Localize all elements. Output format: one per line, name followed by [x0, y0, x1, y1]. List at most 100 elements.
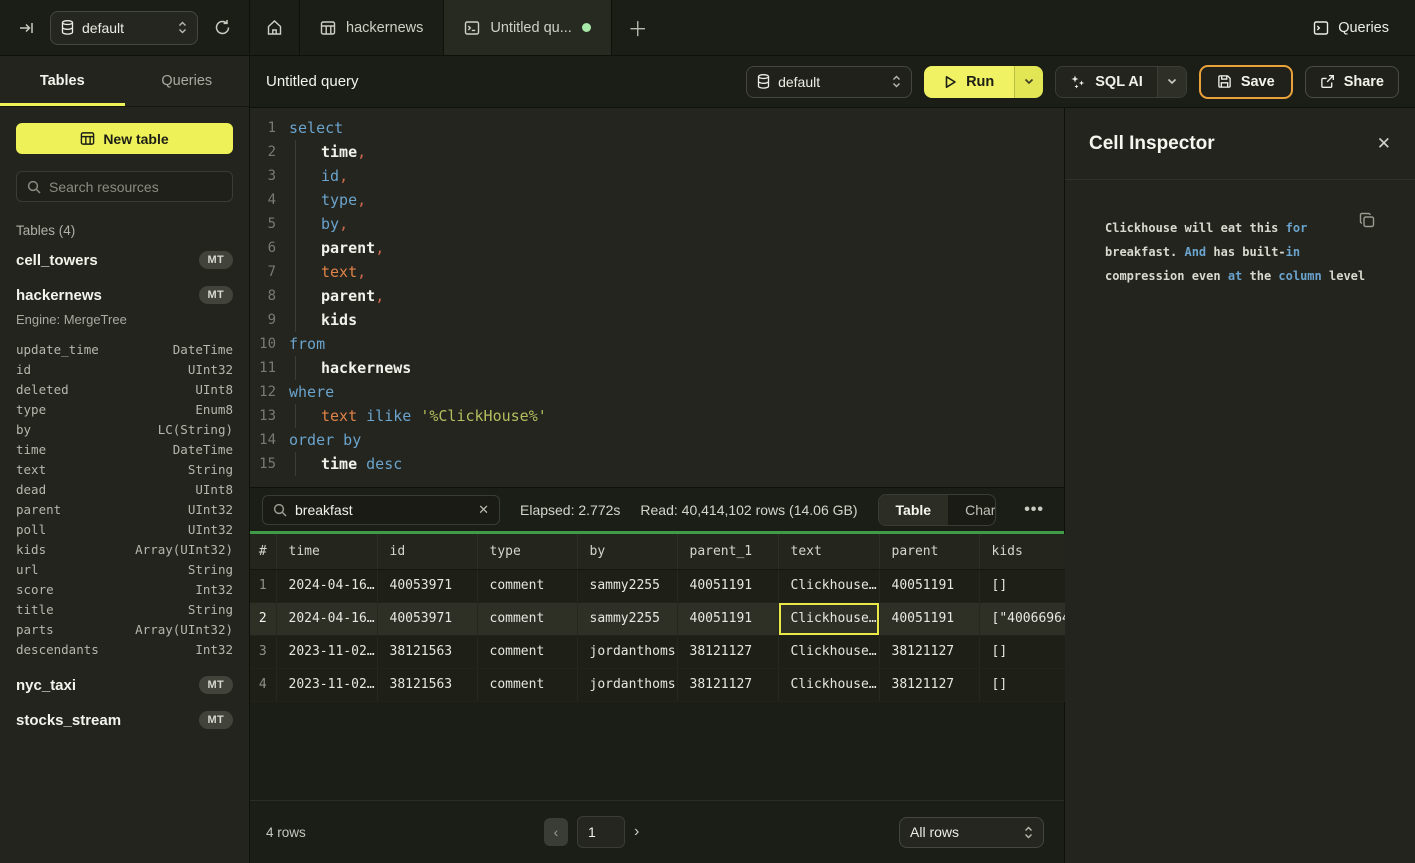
line-code[interactable]: text,: [289, 260, 1064, 284]
line-code[interactable]: type,: [289, 188, 1064, 212]
table-cell[interactable]: Clickhouse…: [778, 635, 879, 668]
line-code[interactable]: hackernews: [289, 356, 1064, 380]
sql-editor[interactable]: 1select2time,3id,4type,5by,6parent,7text…: [250, 108, 1064, 488]
sql-ai-options-button[interactable]: [1157, 67, 1186, 97]
page-number-input[interactable]: [577, 816, 625, 848]
sidebar-search[interactable]: [16, 171, 233, 202]
next-page-button[interactable]: ›: [634, 823, 639, 841]
column-header[interactable]: parent: [879, 534, 979, 569]
table-cell[interactable]: 40053971: [377, 602, 477, 635]
editor-line[interactable]: 1select: [250, 116, 1064, 140]
sidebar-table-item[interactable]: cell_towersMT: [0, 242, 249, 277]
tab-untitled-query[interactable]: Untitled qu...: [444, 0, 611, 55]
line-code[interactable]: where: [289, 380, 1064, 404]
row-number-cell[interactable]: 4: [250, 668, 276, 701]
table-cell[interactable]: jordanthoms: [577, 668, 677, 701]
table-cell[interactable]: []: [979, 668, 1065, 701]
editor-line[interactable]: 9kids: [250, 308, 1064, 332]
close-inspector-button[interactable]: ✕: [1377, 134, 1391, 154]
collapse-sidebar-button[interactable]: [14, 16, 38, 40]
query-database-selector[interactable]: default: [746, 66, 912, 98]
editor-line[interactable]: 10from: [250, 332, 1064, 356]
editor-line[interactable]: 11hackernews: [250, 356, 1064, 380]
editor-line[interactable]: 8parent,: [250, 284, 1064, 308]
column-header[interactable]: id: [377, 534, 477, 569]
table-cell[interactable]: ["40066964…: [979, 602, 1065, 635]
table-cell[interactable]: 40051191: [879, 569, 979, 602]
editor-line[interactable]: 15time desc: [250, 452, 1064, 476]
editor-line[interactable]: 13text ilike '%ClickHouse%': [250, 404, 1064, 428]
editor-line[interactable]: 6parent,: [250, 236, 1064, 260]
results-search-input[interactable]: [295, 502, 470, 518]
save-button[interactable]: Save: [1199, 65, 1293, 99]
line-code[interactable]: by,: [289, 212, 1064, 236]
table-cell[interactable]: 2024-04-16…: [276, 569, 377, 602]
line-code[interactable]: time desc: [289, 452, 1064, 476]
row-number-cell[interactable]: 3: [250, 635, 276, 668]
column-header[interactable]: by: [577, 534, 677, 569]
table-cell[interactable]: 38121127: [879, 635, 979, 668]
table-cell[interactable]: 38121563: [377, 635, 477, 668]
row-number-cell[interactable]: 1: [250, 569, 276, 602]
column-header[interactable]: text: [778, 534, 879, 569]
tab-home[interactable]: [250, 0, 300, 55]
table-cell[interactable]: 2023-11-02…: [276, 668, 377, 701]
table-cell[interactable]: 40051191: [677, 602, 778, 635]
table-cell[interactable]: jordanthoms: [577, 635, 677, 668]
copy-cell-button[interactable]: [1359, 212, 1375, 228]
clear-search-icon[interactable]: ✕: [478, 502, 489, 518]
table-cell[interactable]: 38121127: [677, 668, 778, 701]
table-cell[interactable]: sammy2255: [577, 602, 677, 635]
table-cell[interactable]: []: [979, 569, 1065, 602]
table-cell[interactable]: Clickhouse…: [778, 602, 879, 635]
share-button[interactable]: Share: [1305, 66, 1399, 98]
table-cell[interactable]: 38121127: [879, 668, 979, 701]
sidebar-table-item[interactable]: hackernewsMT: [0, 277, 249, 312]
editor-line[interactable]: 14order by: [250, 428, 1064, 452]
line-code[interactable]: parent,: [289, 284, 1064, 308]
editor-line[interactable]: 5by,: [250, 212, 1064, 236]
sidebar-table-item[interactable]: stocks_streamMT: [0, 702, 249, 737]
table-cell[interactable]: comment: [477, 635, 577, 668]
editor-line[interactable]: 3id,: [250, 164, 1064, 188]
column-header[interactable]: type: [477, 534, 577, 569]
table-cell[interactable]: 38121127: [677, 635, 778, 668]
editor-line[interactable]: 4type,: [250, 188, 1064, 212]
sidebar-table-item[interactable]: nyc_taxiMT: [0, 667, 249, 702]
table-cell[interactable]: 40051191: [677, 569, 778, 602]
line-code[interactable]: text ilike '%ClickHouse%': [289, 404, 1064, 428]
refresh-button[interactable]: [210, 15, 235, 40]
row-number-cell[interactable]: 2: [250, 602, 276, 635]
table-cell[interactable]: Clickhouse…: [778, 668, 879, 701]
view-tab-table[interactable]: Table: [879, 495, 949, 525]
line-code[interactable]: select: [289, 116, 1064, 140]
page-size-selector[interactable]: All rows: [899, 817, 1044, 848]
new-table-button[interactable]: New table: [16, 123, 233, 154]
column-header[interactable]: parent_1: [677, 534, 778, 569]
tab-hackernews[interactable]: hackernews: [300, 0, 444, 55]
table-cell[interactable]: comment: [477, 602, 577, 635]
column-header[interactable]: #: [250, 534, 276, 569]
editor-line[interactable]: 7text,: [250, 260, 1064, 284]
table-cell[interactable]: 2024-04-16…: [276, 602, 377, 635]
line-code[interactable]: kids: [289, 308, 1064, 332]
sidebar-tab-tables[interactable]: Tables: [0, 56, 125, 106]
table-cell[interactable]: 40053971: [377, 569, 477, 602]
table-cell[interactable]: comment: [477, 569, 577, 602]
line-code[interactable]: parent,: [289, 236, 1064, 260]
editor-line[interactable]: 2time,: [250, 140, 1064, 164]
column-header[interactable]: time: [276, 534, 377, 569]
table-cell[interactable]: 2023-11-02…: [276, 635, 377, 668]
table-cell[interactable]: comment: [477, 668, 577, 701]
line-code[interactable]: from: [289, 332, 1064, 356]
column-header[interactable]: kids: [979, 534, 1065, 569]
queries-button[interactable]: Queries: [1287, 0, 1415, 55]
run-button[interactable]: Run: [924, 66, 1014, 98]
table-cell[interactable]: sammy2255: [577, 569, 677, 602]
sidebar-search-input[interactable]: [49, 179, 222, 195]
new-tab-button[interactable]: ＋: [612, 0, 664, 55]
table-cell[interactable]: []: [979, 635, 1065, 668]
line-code[interactable]: id,: [289, 164, 1064, 188]
run-options-button[interactable]: [1014, 66, 1043, 98]
results-search[interactable]: ✕: [262, 495, 500, 525]
